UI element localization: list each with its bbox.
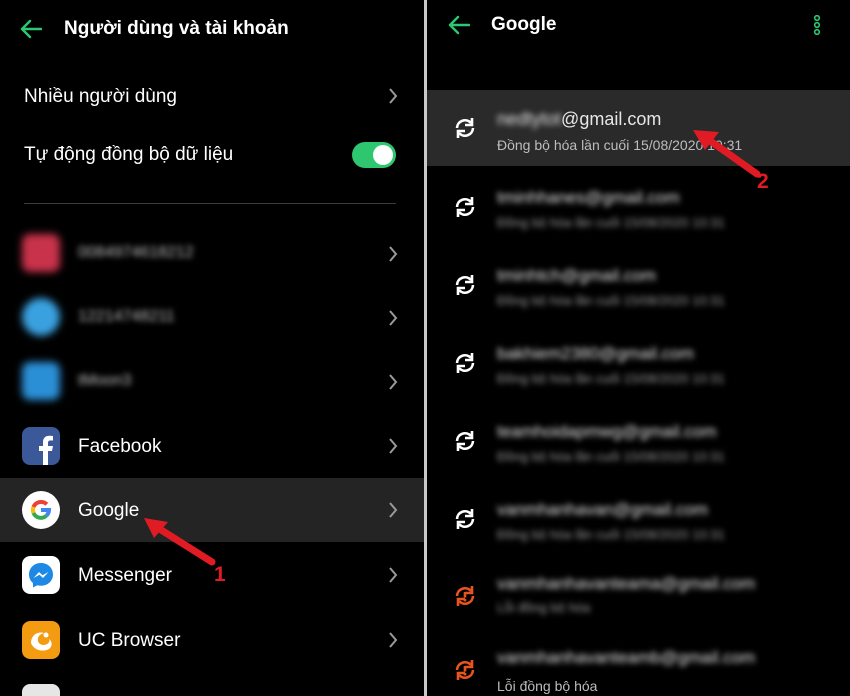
account-row-uc-browser[interactable]: UC Browser: [0, 608, 424, 672]
sync-error-icon: [455, 660, 475, 680]
google-icon: [22, 491, 60, 529]
account-list-item[interactable]: tminhhanes@gmail.com Đồng bộ hóa lần cuố…: [427, 168, 850, 246]
sync-icon: [455, 509, 475, 529]
partial-app-icon: [22, 684, 60, 696]
email-domain: @gmail.com: [561, 109, 662, 129]
account-list-item[interactable]: nedtytot@gmail.com Đồng bộ hóa lần cuối …: [427, 90, 850, 166]
account-list-item[interactable]: teamhoidapmwg@gmail.com Đồng bộ hóa lần …: [427, 402, 850, 480]
account-list-item[interactable]: bakhiem2380@gmail.com Đồng bộ hóa lần cu…: [427, 324, 850, 402]
auto-sync-toggle[interactable]: [352, 142, 396, 168]
account-row-1[interactable]: 0084974618212: [0, 222, 424, 286]
sync-icon: [455, 197, 475, 217]
account-list-item[interactable]: vanmhanhavanteama@gmail.com Lỗi đồng bộ …: [427, 558, 850, 636]
chevron-right-icon: [389, 438, 398, 454]
blue-app-icon: [22, 298, 60, 336]
sync-icon: [455, 353, 475, 373]
account-label: 12214748211: [78, 308, 175, 325]
chevron-right-icon: [389, 88, 398, 104]
menu-item-multiple-users[interactable]: Nhiều người dùng: [0, 72, 424, 122]
account-email: tminhhanes@gmail.com: [497, 188, 680, 207]
uc-browser-icon: [22, 621, 60, 659]
section-divider: [24, 203, 396, 204]
account-email: vanmhanhavanteama@gmail.com: [497, 574, 756, 593]
last-sync-text: Đồng bộ hóa lần cuối 15/08/2020 10:31: [497, 449, 725, 464]
sync-icon: [455, 118, 475, 138]
last-sync-text: Đồng bộ hóa lần cuối 15/08/2020 10:31: [497, 293, 725, 308]
page-title: Người dùng và tài khoản: [64, 18, 289, 39]
account-email: vanmhanhavan@gmail.com: [497, 500, 708, 519]
facebook-icon: [22, 427, 60, 465]
account-label: UC Browser: [78, 630, 181, 651]
account-row-2[interactable]: 12214748211: [0, 286, 424, 350]
chevron-right-icon: [389, 567, 398, 583]
sync-error-text: Lỗi đồng bộ hóa: [497, 678, 598, 694]
account-row-facebook[interactable]: Facebook: [0, 414, 424, 478]
account-list-item[interactable]: vanmhanhavan@gmail.com Đồng bộ hóa lần c…: [427, 480, 850, 558]
last-sync-text: Đồng bộ hóa lần cuối 15/08/2020 10:31: [497, 371, 725, 386]
back-arrow-icon[interactable]: [448, 15, 470, 35]
chevron-right-icon: [389, 632, 398, 648]
twitter-icon: [22, 362, 60, 400]
account-email: teamhoidapmwg@gmail.com: [497, 422, 717, 441]
chevron-right-icon: [389, 502, 398, 518]
chevron-right-icon: [389, 374, 398, 390]
red-app-icon: [22, 234, 60, 272]
last-sync-text: Đồng bộ hóa lần cuối 15/08/2020 10:31: [497, 215, 725, 230]
account-label: tMoon3: [78, 372, 132, 389]
account-email: nedtytot@gmail.com: [497, 109, 661, 130]
sync-error-icon: [455, 586, 475, 606]
last-sync-text: Đồng bộ hóa lần cuối 15/08/2020 10:31: [497, 527, 725, 542]
account-row-3[interactable]: tMoon3: [0, 350, 424, 414]
sync-error-text: Lỗi đồng bộ hóa: [497, 600, 591, 615]
account-label: Facebook: [78, 436, 162, 457]
chevron-right-icon: [389, 310, 398, 326]
account-email: bakhiem2380@gmail.com: [497, 344, 694, 363]
account-label: Google: [78, 500, 140, 521]
multiple-users-label: Nhiều người dùng: [24, 86, 178, 107]
account-label: 0084974618212: [78, 244, 194, 261]
account-email: tminhtch@gmail.com: [497, 266, 656, 285]
account-list-item[interactable]: tminhtch@gmail.com Đồng bộ hóa lần cuối …: [427, 246, 850, 324]
account-list-item[interactable]: vanmhanhavanteamb@gmail.com Lỗi đồng bộ …: [427, 636, 850, 696]
annotation-arrow-1: [144, 518, 216, 566]
chevron-right-icon: [389, 246, 398, 262]
back-arrow-icon[interactable]: [20, 19, 42, 39]
sync-icon: [455, 431, 475, 451]
sync-icon: [455, 275, 475, 295]
page-title: Google: [491, 14, 557, 35]
account-email: vanmhanhavanteamb@gmail.com: [497, 648, 756, 667]
annotation-label-2: 2: [757, 170, 769, 193]
google-accounts-panel: Google nedtytot@gmail.com Đồng bộ hóa lầ…: [427, 0, 850, 696]
email-hidden-part: nedtytot: [497, 109, 562, 129]
more-options-icon[interactable]: [813, 15, 821, 35]
messenger-icon: [22, 556, 60, 594]
annotation-label-1: 1: [214, 563, 226, 586]
accounts-panel: Người dùng và tài khoản Nhiều người dùng…: [0, 0, 424, 696]
toggle-knob: [373, 145, 393, 165]
auto-sync-label: Tự động đồng bộ dữ liệu: [24, 144, 234, 165]
